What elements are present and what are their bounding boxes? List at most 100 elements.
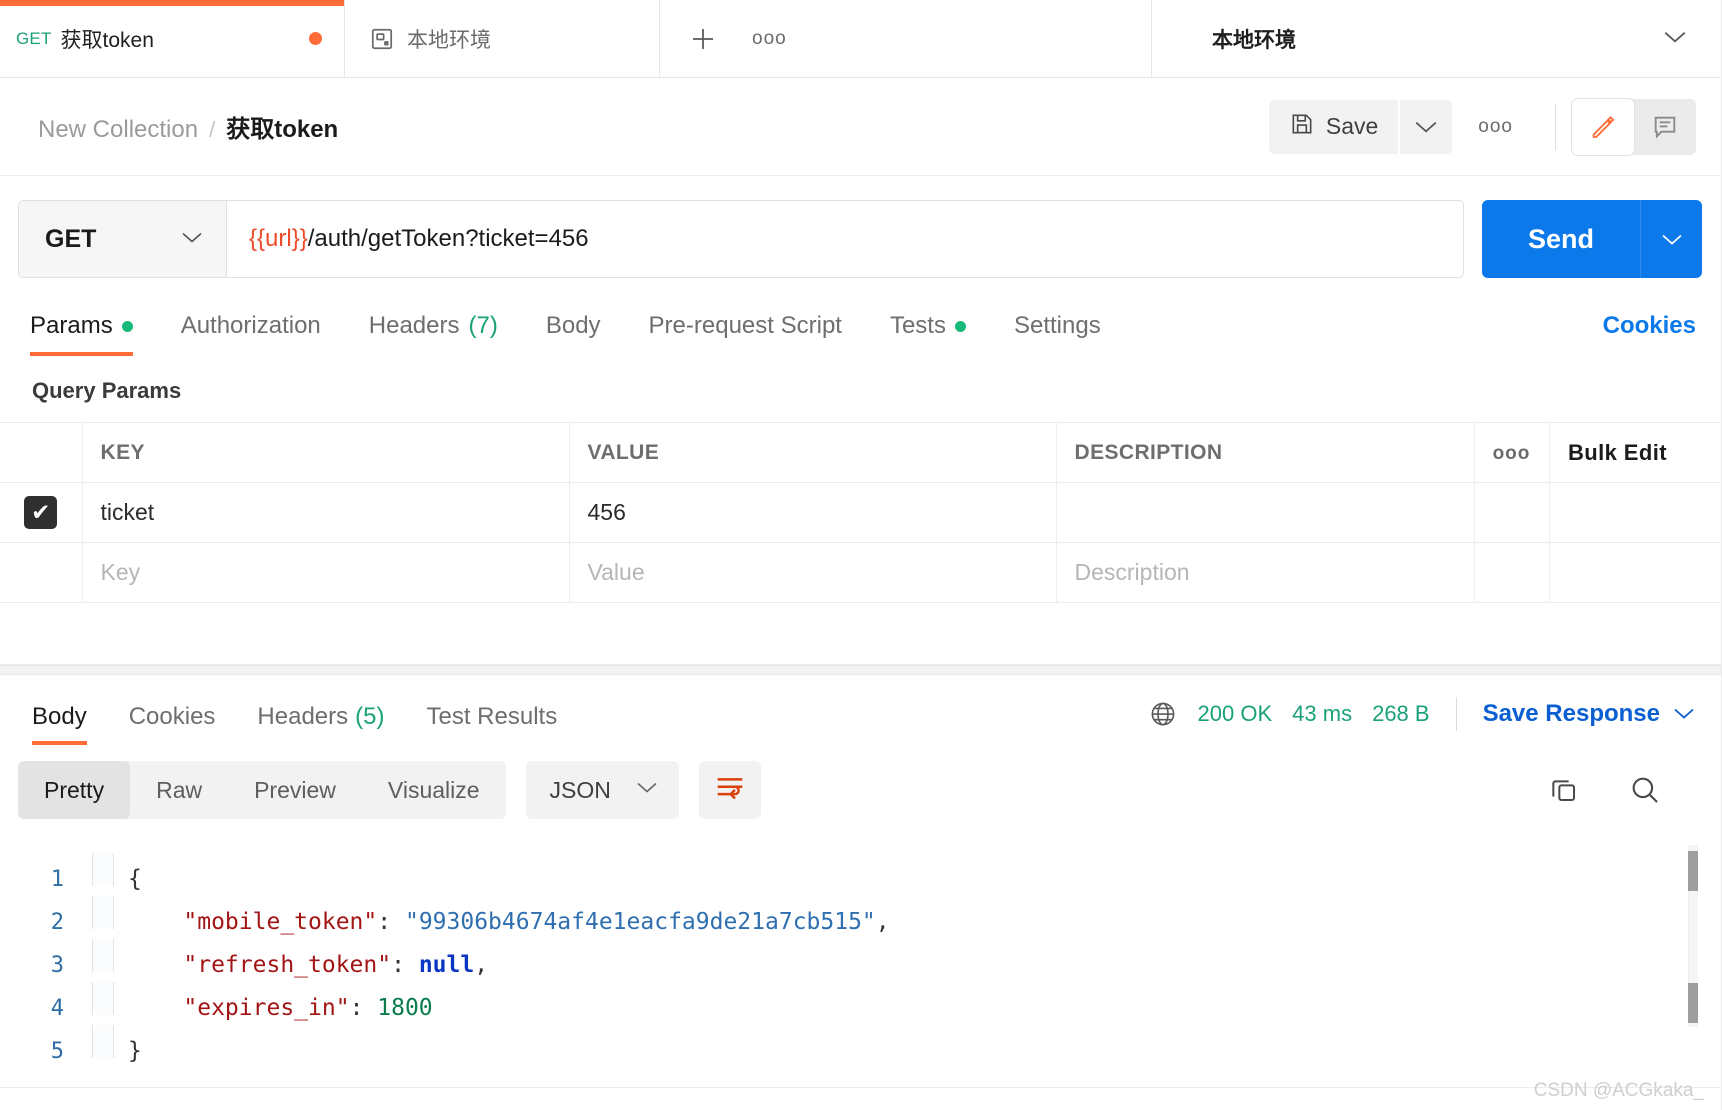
url-input[interactable]: {{url}}/auth/getToken?ticket=456 (226, 200, 1464, 278)
save-button[interactable]: Save (1268, 99, 1399, 154)
tab-settings[interactable]: Settings (1014, 312, 1101, 356)
query-params-title: Query Params (32, 378, 182, 403)
save-response-label: Save Response (1482, 700, 1660, 727)
response-tab-body[interactable]: Body (32, 703, 87, 745)
bulk-edit-button[interactable]: Bulk Edit (1549, 422, 1722, 483)
query-params-table: KEY VALUE DESCRIPTION ooo Bulk Edit ✔ ti… (0, 422, 1722, 603)
table-row-placeholder: Key Value Description (0, 542, 1722, 603)
line-number: 3 (50, 953, 64, 978)
edit-mode-button[interactable] (1572, 98, 1634, 155)
breadcrumb: New Collection / 获取token (38, 109, 1269, 144)
response-time[interactable]: 43 ms (1292, 701, 1352, 727)
row-enabled-checkbox[interactable]: ✔ (0, 482, 83, 543)
placeholder-checkbox[interactable] (0, 542, 83, 603)
response-scrollbar-thumb-bottom[interactable] (1688, 983, 1698, 1023)
divider (1555, 103, 1556, 150)
token-key: "expires_in" (183, 995, 350, 1021)
code-line: 5 } (0, 1025, 1722, 1068)
tab-pre-request-script-label: Pre-request Script (648, 312, 842, 339)
tab-pre-request-script[interactable]: Pre-request Script (649, 312, 842, 356)
response-scrollbar-thumb-top[interactable] (1688, 851, 1698, 891)
response-tab-test-results[interactable]: Test Results (426, 703, 557, 745)
placeholder-key-input[interactable]: Key (82, 542, 570, 603)
token-punctuation: , (474, 952, 489, 978)
tab-params-label: Params (30, 312, 113, 339)
code-line-text: "expires_in": 1800 (114, 992, 433, 1025)
breadcrumb-collection[interactable]: New Collection (38, 116, 198, 144)
row-spacer-dots (1474, 482, 1550, 543)
http-method-selector[interactable]: GET (18, 200, 226, 278)
response-size[interactable]: 268 B (1372, 701, 1430, 727)
line-number: 4 (50, 996, 64, 1021)
unsaved-changes-dot (309, 32, 322, 45)
breadcrumb-request-name[interactable]: 获取token (226, 109, 338, 144)
tab-tests[interactable]: Tests (890, 312, 966, 356)
table-row: ✔ ticket 456 (0, 482, 1722, 543)
tab-authorization-label: Authorization (180, 312, 321, 339)
body-view-visualize[interactable]: Visualize (362, 761, 506, 819)
placeholder-description-input[interactable]: Description (1056, 542, 1475, 603)
chevron-down-icon (635, 779, 659, 801)
row-description-input[interactable] (1056, 482, 1475, 543)
tests-indicator-dot (954, 320, 966, 332)
postman-window: GET 获取token 本地环境 ooo 本地环境 New Collection… (0, 0, 1722, 1110)
tab-tests-label: Tests (889, 312, 946, 339)
cookies-link[interactable]: Cookies (1603, 312, 1696, 356)
response-tab-body-label: Body (32, 703, 87, 730)
placeholder-spacer-bulk (1549, 542, 1722, 603)
response-tab-cookies[interactable]: Cookies (129, 703, 216, 745)
code-line: 2 "mobile_token": "99306b4674af4e1eacfa9… (0, 896, 1722, 939)
environment-selector[interactable]: 本地环境 (1152, 0, 1722, 77)
token-string: "99306b4674af4e1eacfa9de21a7cb515" (404, 909, 876, 935)
environment-tab[interactable]: 本地环境 (345, 0, 660, 77)
tab-params[interactable]: Params (30, 312, 133, 356)
body-view-raw[interactable]: Raw (130, 761, 228, 819)
row-value-input[interactable]: 456 (569, 482, 1057, 543)
tab-more-options-button[interactable]: ooo (752, 29, 787, 48)
comments-button[interactable] (1634, 99, 1696, 155)
tab-body[interactable]: Body (546, 312, 601, 356)
globe-icon[interactable] (1148, 699, 1178, 729)
response-tab-headers[interactable]: Headers (5) (257, 703, 384, 745)
response-status[interactable]: 200 OK (1198, 701, 1273, 727)
body-toolbar-actions (1548, 773, 1696, 807)
tab-actions: ooo (660, 0, 1152, 77)
fold-gutter (92, 896, 114, 929)
save-options-button[interactable] (1400, 99, 1453, 154)
table-more-options-button[interactable]: ooo (1474, 422, 1550, 483)
code-line-text: { (114, 863, 142, 896)
fold-gutter[interactable] (92, 1025, 114, 1058)
panel-splitter[interactable] (0, 665, 1722, 675)
body-format-selector[interactable]: JSON (525, 761, 679, 819)
header-checkbox-cell (0, 422, 83, 483)
fold-gutter[interactable] (92, 853, 114, 886)
token-number: 1800 (377, 995, 433, 1021)
body-format-value: JSON (549, 776, 611, 803)
response-body-viewer[interactable]: 1 { 2 "mobile_token": "99306b4674af4e1ea… (0, 835, 1722, 1068)
search-icon[interactable] (1628, 773, 1662, 807)
token-punctuation: } (128, 1038, 142, 1064)
placeholder-spacer-dots (1474, 542, 1550, 603)
save-response-button[interactable]: Save Response (1483, 700, 1696, 728)
token-punctuation: { (128, 866, 142, 892)
body-view-pretty[interactable]: Pretty (18, 761, 131, 819)
send-options-button[interactable] (1640, 200, 1702, 278)
tab-headers-label: Headers (368, 312, 460, 339)
tab-authorization[interactable]: Authorization (181, 312, 321, 356)
response-tab-test-results-label: Test Results (426, 703, 558, 730)
request-tab-get-token[interactable]: GET 获取token (0, 0, 345, 77)
copy-icon[interactable] (1548, 774, 1580, 806)
new-tab-button[interactable] (688, 24, 718, 54)
body-view-preview[interactable]: Preview (228, 761, 362, 819)
tab-headers[interactable]: Headers (7) (369, 312, 498, 356)
request-more-options-button[interactable]: ooo (1452, 117, 1539, 136)
code-line-text: "mobile_token": "99306b4674af4e1eacfa9de… (114, 906, 889, 939)
placeholder-value-input[interactable]: Value (569, 542, 1057, 603)
word-wrap-toggle[interactable] (698, 761, 761, 819)
row-key-input[interactable]: ticket (82, 482, 570, 543)
send-button[interactable]: Send (1482, 200, 1640, 278)
tab-body-label: Body (545, 312, 601, 339)
table-header-row: KEY VALUE DESCRIPTION ooo Bulk Edit (0, 422, 1722, 483)
code-line: 3 "refresh_token": null, (0, 939, 1722, 982)
